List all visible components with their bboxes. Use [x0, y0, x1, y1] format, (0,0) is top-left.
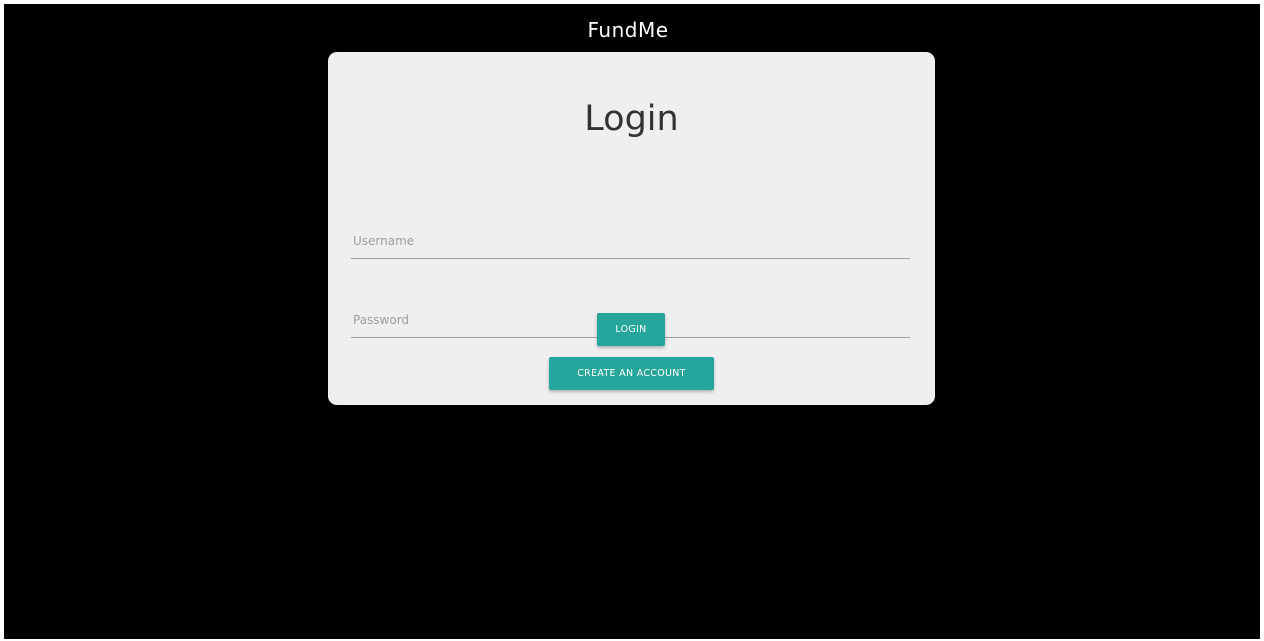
login-button[interactable]: LOGIN	[597, 313, 665, 346]
username-field	[351, 224, 910, 259]
login-heading: Login	[584, 99, 679, 139]
login-card: Login LOGIN CREATE AN ACCOUNT	[328, 52, 935, 405]
create-account-button[interactable]: CREATE AN ACCOUNT	[549, 357, 714, 390]
page-background: Login LOGIN CREATE AN ACCOUNT	[4, 4, 1260, 639]
app-title: FundMe	[587, 18, 669, 42]
username-input[interactable]	[351, 224, 910, 258]
